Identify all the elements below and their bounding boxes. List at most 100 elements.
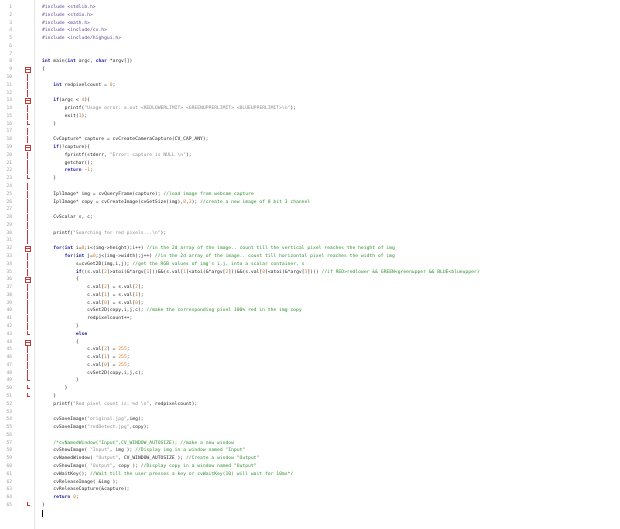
line-number: 22 <box>6 168 12 174</box>
code-token: } <box>42 176 57 182</box>
code-line[interactable]: { <box>42 339 79 346</box>
code-line[interactable]: { <box>42 66 45 73</box>
code-line[interactable]: printf("Searching for red pixels...\n"); <box>42 230 166 237</box>
code-token: int <box>67 59 76 65</box>
code-token: "Output" <box>95 456 119 462</box>
fold-guide-line <box>24 198 31 206</box>
code-line[interactable]: for(int j=0;j<(img->width);j++) //in the… <box>42 253 395 260</box>
fold-toggle-icon[interactable] <box>24 66 31 74</box>
line-number: 2 <box>9 12 12 18</box>
code-area[interactable]: #include <stdlib.h> #include <stdio.h> #in… <box>34 0 620 529</box>
fold-toggle-icon[interactable] <box>24 276 31 284</box>
code-token: ); <box>185 152 192 158</box>
code-line[interactable]: } <box>42 175 56 182</box>
line-number: 43 <box>6 331 12 337</box>
code-line[interactable]: for(int i=0;i<(img->height);i++) //in th… <box>42 245 395 252</box>
code-token: ; <box>112 82 116 88</box>
code-line[interactable]: cvSet2D(copy,i,j,c); <box>42 370 143 377</box>
code-line[interactable]: #include <include/cv.h> <box>42 27 107 34</box>
code-line[interactable]: } <box>42 502 45 509</box>
code-token: "Searching for red pixels...\n" <box>73 230 161 236</box>
code-line[interactable]: IplImage* img = cvQueryFrame(capture); /… <box>42 191 253 198</box>
code-token: cvSaveImage( <box>42 425 88 431</box>
code-line[interactable]: cvSaveImage("redDetect.jpg",copy); <box>42 424 149 431</box>
line-number: 6 <box>9 43 12 49</box>
code-token: char <box>95 59 107 65</box>
code-line[interactable]: CvScalar s, c; <box>42 214 93 221</box>
fold-toggle-icon[interactable] <box>24 144 31 152</box>
code-line[interactable]: IplImage* copy = cvCreateImage(cvGetSize… <box>42 199 310 206</box>
code-line[interactable]: c.val[0] = s.val[0]; <box>42 300 144 307</box>
line-number: 21 <box>6 160 12 166</box>
fold-guide-line <box>24 291 31 299</box>
code-token: c.val[ <box>42 300 105 306</box>
code-token: *argv[]) <box>106 59 133 65</box>
code-line[interactable]: } <box>42 393 56 400</box>
code-line[interactable]: } <box>42 377 79 384</box>
code-line[interactable]: return 0; <box>42 494 78 501</box>
code-line[interactable]: #include <stdio.h> <box>42 12 93 19</box>
code-line[interactable]: cvSaveImage("original.jpg",img); <box>42 416 143 423</box>
code-line[interactable]: cvWaitKey(); //Wait till the user presse… <box>42 471 293 478</box>
code-line[interactable]: } <box>42 121 56 128</box>
line-number: 18 <box>6 137 12 143</box>
code-line[interactable]: c.val[0] = 255; <box>42 362 129 369</box>
code-line[interactable]: s=cvGet2D(img,i,j); //get the RGB values… <box>42 261 305 268</box>
code-line[interactable]: int main(int argc, char *argv[]) <box>42 58 132 65</box>
code-token: } <box>42 502 45 508</box>
code-line[interactable]: cvReleaseImage( &img ); <box>42 479 118 486</box>
code-token: ){ <box>84 98 91 104</box>
code-line[interactable]: cvShowImage( "Output", copy ); //Display… <box>42 463 256 470</box>
code-token: 255 <box>118 355 127 361</box>
fold-toggle-icon[interactable] <box>24 339 31 346</box>
fold-guide-line <box>24 81 31 89</box>
line-number: 17 <box>6 129 12 135</box>
code-line[interactable]: int redpixelcount = 0; <box>42 82 115 89</box>
code-token: (argc < <box>58 98 82 104</box>
code-line[interactable]: if(argc < 4){ <box>42 97 90 104</box>
code-line[interactable]: c.val[2] = 255; <box>42 346 129 353</box>
fold-toggle-icon[interactable] <box>24 97 31 105</box>
code-line[interactable]: getchar(); <box>42 160 93 167</box>
code-line[interactable]: #include <stdlib.h> <box>42 4 96 11</box>
code-line[interactable]: printf("Red pixel count is: %d \n", redp… <box>42 401 197 408</box>
code-line[interactable]: cvNamedWindow( "Output", CV_WINDOW_AUTOS… <box>42 455 259 462</box>
code-token: } <box>42 386 68 392</box>
line-number: 8 <box>9 59 12 65</box>
line-number: 26 <box>6 199 12 205</box>
code-line[interactable]: } <box>42 323 79 330</box>
code-line[interactable]: exit(1); <box>42 113 88 120</box>
code-line[interactable]: c.val[1] = s.val[1]; <box>42 292 144 299</box>
code-line[interactable]: if(!capture){ <box>42 144 90 151</box>
code-line[interactable]: redpixelcount++; <box>42 315 132 322</box>
code-line[interactable]: CvCapture* capture = cvCreateCameraCaptu… <box>42 136 208 143</box>
code-line[interactable]: return -1; <box>42 167 93 174</box>
text-caret <box>42 509 43 517</box>
code-line[interactable]: fprintf(stderr, "Error: capture is NULL … <box>42 152 192 159</box>
code-line[interactable]: cvSet2D(copy,i,j,c); //make the correspo… <box>42 307 302 314</box>
code-line[interactable]: #include <math.h> <box>42 20 90 27</box>
fold-end-marker <box>24 120 31 128</box>
code-token: 255 <box>118 362 127 368</box>
code-line[interactable]: else <box>42 331 87 338</box>
code-token: //Create a window "Output" <box>185 456 260 462</box>
code-token: ]>atoi(&*argv[ <box>106 269 147 275</box>
line-number: 20 <box>6 152 12 158</box>
code-line[interactable]: if((s.val[2]>atoi(&*argv[1]))&&(s.val[1]… <box>42 269 480 276</box>
line-number: 52 <box>6 401 12 407</box>
code-line[interactable]: c.val[2] = s.val[2]; <box>42 284 144 291</box>
fold-guide-line <box>24 112 31 120</box>
code-line[interactable]: } <box>42 385 68 392</box>
line-number: 29 <box>6 222 12 228</box>
code-editor[interactable]: 1 2 3 4 5 6 7 8 9 10 11 12 13 14 15 16 17 18 19 20 21 22 23 24 2… <box>0 0 620 529</box>
code-line[interactable]: printf("Usage error: a.out <REDLOWERLIMI… <box>42 105 296 112</box>
code-line[interactable]: { <box>42 276 79 283</box>
code-line[interactable]: c.val[1] = 255; <box>42 354 129 361</box>
code-line[interactable]: cvShowImage( "Input", img ); //Display i… <box>42 447 245 454</box>
code-line[interactable]: /*cvNamedWindow("Input",CV_WINDOW_AUTOSI… <box>42 440 234 447</box>
code-token: #include <stdlib.h> <box>42 5 96 10</box>
code-line[interactable]: #include <include/highgui.h> <box>42 35 121 42</box>
fold-toggle-icon[interactable] <box>24 245 31 253</box>
code-line[interactable]: cvReleaseCapture(&capture); <box>42 486 129 493</box>
fold-guide-line <box>24 105 31 113</box>
